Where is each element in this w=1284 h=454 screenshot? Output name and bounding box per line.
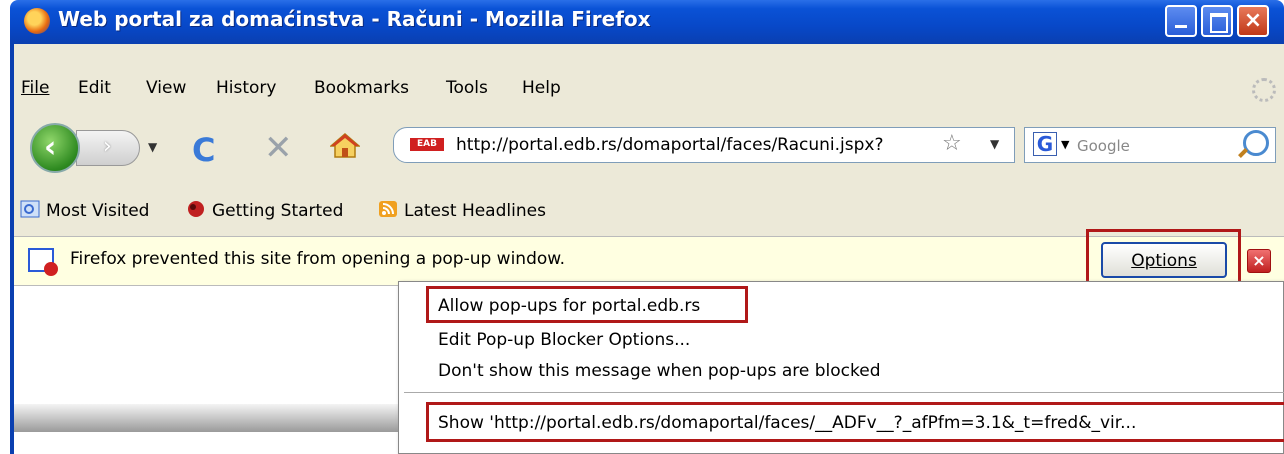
url-input[interactable]: http://portal.edb.rs/domaportal/faces/Ra…	[456, 135, 936, 155]
maximize-icon	[1203, 7, 1231, 35]
home-icon[interactable]	[330, 132, 360, 158]
menu-separator	[404, 392, 1284, 393]
minimize-icon	[1167, 7, 1195, 35]
search-input[interactable]: Google	[1077, 137, 1130, 155]
popup-blocked-icon	[28, 248, 58, 276]
bookmark-star-icon[interactable]: ☆	[942, 131, 962, 156]
close-notification-icon[interactable]: ×	[1247, 249, 1271, 273]
close-window-button[interactable]: ×	[1237, 5, 1269, 37]
menu-file[interactable]: File	[21, 78, 49, 98]
forward-arrow-icon: ›	[103, 134, 112, 159]
url-bar[interactable]: EAB http://portal.edb.rs/domaportal/face…	[393, 127, 1015, 163]
throbber-icon	[1252, 78, 1276, 102]
highlight-box-allow	[426, 286, 748, 323]
menu-view[interactable]: View	[146, 78, 186, 98]
forward-button[interactable]: ›	[76, 130, 140, 166]
reload-icon[interactable]: C	[192, 131, 215, 169]
url-dropdown-icon[interactable]: ▼	[990, 137, 999, 151]
search-bar[interactable]: G ▼ Google	[1024, 127, 1276, 163]
maximize-button[interactable]	[1201, 5, 1233, 37]
title-bar: Web portal za domaćinstva - Računi - Moz…	[10, 0, 1284, 44]
highlight-box-show-url	[426, 402, 1284, 442]
bookmark-getting-started[interactable]: Getting Started	[212, 201, 343, 221]
menu-help[interactable]: Help	[522, 78, 561, 98]
google-engine-icon[interactable]: G	[1033, 132, 1057, 156]
most-visited-icon	[20, 200, 40, 218]
back-arrow-icon: ‹	[44, 130, 57, 165]
menu-edit[interactable]: Edit	[78, 78, 111, 98]
menu-history[interactable]: History	[216, 78, 276, 98]
window-title: Web portal za domaćinstva - Računi - Moz…	[58, 7, 651, 31]
menu-item-dont-show-message[interactable]: Don't show this message when pop-ups are…	[438, 361, 880, 381]
bookmark-latest-headlines[interactable]: Latest Headlines	[404, 201, 546, 221]
bookmark-most-visited[interactable]: Most Visited	[46, 201, 149, 221]
search-icon[interactable]	[1243, 130, 1269, 156]
menu-tools[interactable]: Tools	[446, 78, 488, 98]
notification-text: Firefox prevented this site from opening…	[70, 249, 566, 269]
getting-started-icon	[188, 201, 204, 217]
minimize-button[interactable]	[1165, 5, 1197, 37]
close-icon: ×	[1243, 8, 1263, 33]
engine-dropdown-icon[interactable]: ▼	[1061, 138, 1069, 151]
rss-feed-icon	[379, 201, 397, 217]
page-gradient-band	[14, 404, 404, 432]
menu-bookmarks[interactable]: Bookmarks	[314, 78, 409, 98]
history-dropdown-icon[interactable]: ▼	[148, 140, 157, 154]
menu-item-edit-blocker-options[interactable]: Edit Pop-up Blocker Options...	[438, 330, 690, 350]
stop-icon[interactable]: ✕	[264, 128, 293, 168]
back-button[interactable]: ‹	[30, 123, 80, 173]
firefox-icon	[24, 8, 50, 34]
site-favicon: EAB	[410, 138, 444, 151]
